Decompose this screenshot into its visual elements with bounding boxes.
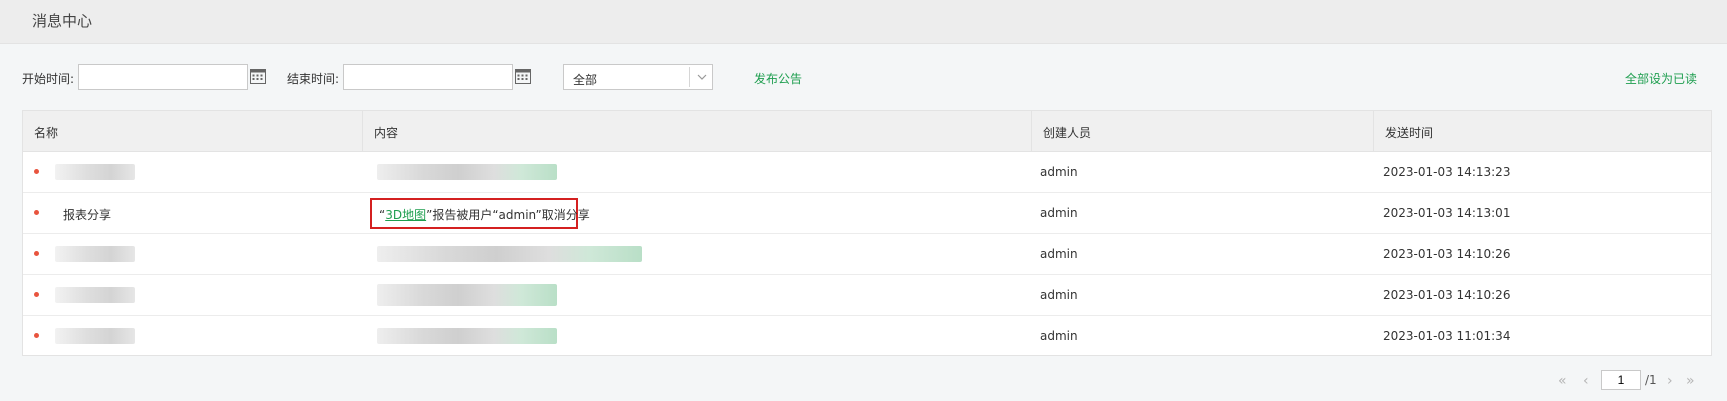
sent-time-cell: 2023-01-03 14:10:26 [1383,288,1511,302]
redacted-content [377,284,557,306]
page-number-input[interactable] [1601,370,1641,390]
column-divider [362,111,363,152]
unread-dot [34,210,39,215]
creator-cell: admin [1040,247,1078,261]
last-page-icon[interactable]: » [1686,373,1695,389]
redacted-name [55,328,135,344]
name-cell: 报表分享 [63,208,112,222]
column-divider [1373,111,1374,152]
table-row[interactable]: admin 2023-01-03 11:01:34 [23,316,1711,357]
table-row[interactable]: admin 2023-01-03 14:10:26 [23,275,1711,316]
end-time-input[interactable] [343,64,513,90]
table-row[interactable]: 报表分享 “3D地图”报告被用户“admin”取消分享 admin 2023-0… [23,193,1711,234]
sent-time-cell: 2023-01-03 14:10:26 [1383,247,1511,261]
creator-cell: admin [1040,288,1078,302]
column-divider [1031,111,1032,152]
column-header-content: 内容 [374,126,399,140]
select-divider [689,67,690,87]
page-header: 消息中心 [0,0,1727,44]
next-page-icon[interactable]: › [1667,373,1673,389]
total-pages: /1 [1645,373,1657,387]
table-header: 名称 内容 创建人员 发送时间 [23,111,1711,152]
mark-all-read-link[interactable]: 全部设为已读 [1625,70,1697,87]
unread-dot [34,169,39,174]
unread-dot [34,333,39,338]
report-link[interactable]: 3D地图 [385,208,426,222]
redacted-name [55,164,135,180]
previous-page-icon[interactable]: ‹ [1583,373,1589,389]
start-time-label: 开始时间: [22,72,75,86]
sent-time-cell: 2023-01-03 11:01:34 [1383,329,1511,343]
type-select[interactable]: 全部 [563,64,713,90]
creator-cell: admin [1040,206,1078,220]
creator-cell: admin [1040,329,1078,343]
start-time-input[interactable] [78,64,248,90]
creator-cell: admin [1040,165,1078,179]
table-row[interactable]: admin 2023-01-03 14:13:23 [23,152,1711,193]
highlighted-content-box: “3D地图”报告被用户“admin”取消分享 [370,198,590,229]
message-table: 名称 内容 创建人员 发送时间 admin 2023-01-03 14:13:2… [22,110,1712,356]
redacted-content [377,328,557,344]
column-header-name: 名称 [34,126,59,140]
redacted-name [55,246,135,262]
table-row[interactable]: admin 2023-01-03 14:10:26 [23,234,1711,275]
column-header-creator: 创建人员 [1043,126,1092,140]
calendar-icon[interactable] [514,67,532,85]
chevron-down-icon [697,74,707,80]
page-title: 消息中心 [32,12,93,30]
content-suffix: ”报告被用户“admin”取消分享 [426,208,590,222]
sent-time-cell: 2023-01-03 14:13:23 [1383,165,1511,179]
unread-dot [34,251,39,256]
redacted-name [55,287,135,303]
content-cell: “3D地图”报告被用户“admin”取消分享 [379,206,590,223]
first-page-icon[interactable]: « [1558,373,1567,389]
redacted-content [377,246,642,262]
type-select-value: 全部 [573,73,598,87]
column-header-sent-time: 发送时间 [1385,126,1434,140]
unread-dot [34,292,39,297]
redacted-content [377,164,557,180]
calendar-icon[interactable] [249,67,267,85]
publish-announcement-link[interactable]: 发布公告 [754,70,802,87]
sent-time-cell: 2023-01-03 14:13:01 [1383,206,1511,220]
end-time-label: 结束时间: [287,72,340,86]
